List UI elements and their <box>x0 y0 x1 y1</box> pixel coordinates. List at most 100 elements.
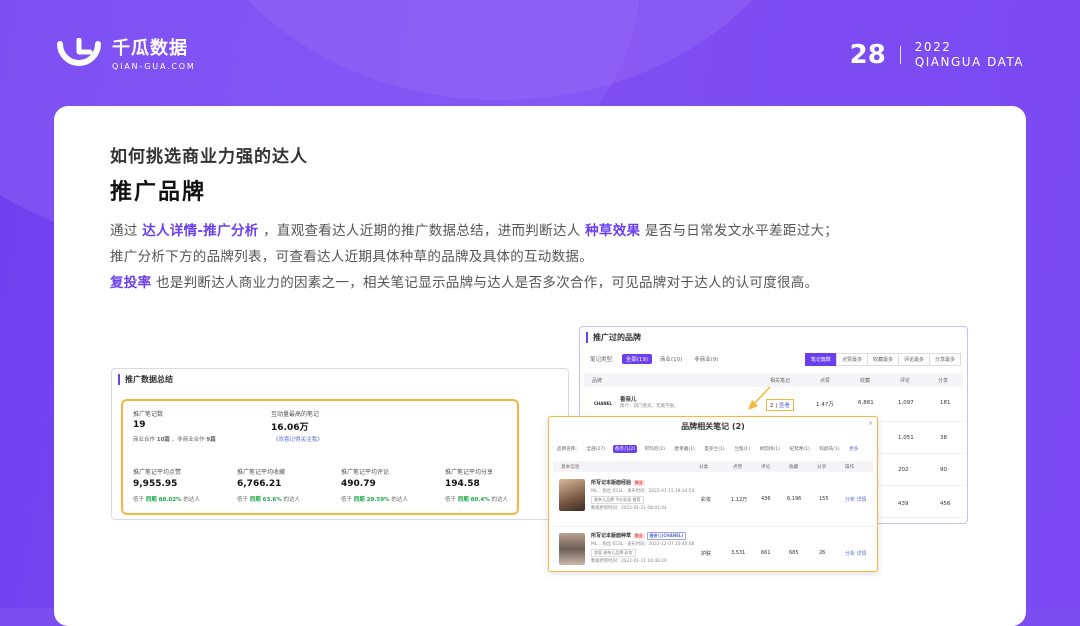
tab-business[interactable]: 商业(10) <box>656 354 686 364</box>
metric-label: 推广笔记平均收藏 <box>237 469 286 476</box>
panel-title: 推广数据总结 <box>118 374 173 385</box>
comments: 439 <box>898 501 909 507</box>
comments: 1,097 <box>898 400 914 406</box>
shares: 26 <box>819 550 826 556</box>
highlight: 种草效果 <box>585 223 641 239</box>
popup-title: 品牌相关笔记 (2) <box>681 422 745 431</box>
metric-value: 16.06万 <box>271 423 309 433</box>
metric-value: 9,955.95 <box>133 479 178 489</box>
section-title: 推广品牌 <box>110 180 207 205</box>
more-link[interactable]: 更多 <box>847 445 860 453</box>
column-header: 操作 <box>845 465 855 470</box>
text: 推广分析下方的品牌列表，可查看达人近期具体种草的品牌及具体的互动数据。 <box>110 249 593 265</box>
page-year: 2022 <box>914 40 952 54</box>
brand-tab[interactable]: 香奈儿(2) <box>612 445 638 453</box>
shares: 38 <box>940 435 947 441</box>
note-tags: 妆容 香奈儿品牌 彩妆 <box>591 549 638 557</box>
close-icon[interactable]: × <box>868 420 873 427</box>
highlight: 达人详情-推广分析 <box>142 223 259 239</box>
category: 护肤 <box>701 551 712 557</box>
brand-desc: 简介：四门香卖、无痕不脱。 <box>620 404 679 409</box>
favorites: 6,881 <box>858 400 874 406</box>
note-tags: 香奈儿品牌 平价彩妆 推荐 <box>591 496 646 504</box>
divider <box>899 46 901 64</box>
metric-value: 6,766.21 <box>237 479 282 489</box>
likes: 1.12万 <box>731 497 748 503</box>
note-meta: ML... 粉丝 653L · 发布时间：2022-12-07 20:46:08 <box>591 542 695 547</box>
page-tagline: QIANGUA DATA <box>914 55 1024 69</box>
brand-name: 香奈儿 <box>620 397 637 403</box>
brand-logo[interactable]: 千瓜数据 QIAN-GUA.COM <box>56 37 196 74</box>
note-thumbnail <box>559 479 585 511</box>
note-row[interactable]: 所写记本版面经验 商业 ML... 粉丝 653L · 发布时间：2022-01… <box>553 474 873 527</box>
column-header: 点赞 <box>733 465 743 470</box>
column-header: 品牌 <box>592 378 603 384</box>
tab-non-business[interactable]: 非商业(9) <box>690 354 722 364</box>
sort-favorites[interactable]: 收藏最多 <box>866 353 899 366</box>
sort-comments[interactable]: 评论最多 <box>897 353 930 366</box>
brand-tab[interactable]: 欧莱雅(1) <box>673 445 697 453</box>
metric-label: 推广笔记平均点赞 <box>133 469 182 476</box>
metric-label: 推广笔记平均评论 <box>341 469 390 476</box>
likes: 1.47万 <box>816 402 834 408</box>
metric-compare: 低于 同期 88.02% 的达人 <box>133 497 200 503</box>
comments: 202 <box>898 467 909 473</box>
top-note-link[interactable]: 《欢喜记得关注我》 <box>273 435 323 443</box>
page-number: 28 <box>849 40 886 70</box>
column-header: 分类 <box>699 465 709 470</box>
brand-tab[interactable]: 兰蔻(1) <box>732 445 752 453</box>
brand-tab[interactable]: 阿玛尼(2) <box>643 445 667 453</box>
metric-label: 互动量最高的笔记 <box>271 411 320 418</box>
sort-shares[interactable]: 分享最多 <box>928 353 961 366</box>
note-actions[interactable]: 分析 详情 <box>845 496 867 503</box>
text: 是否与日常发文水平差距过大； <box>640 223 839 239</box>
favorites: 685 <box>789 550 799 556</box>
brand-tab[interactable]: 科颜氏(1) <box>817 445 841 453</box>
comments: 1,051 <box>898 435 914 441</box>
section-subtitle: 如何挑选商业力强的达人 <box>110 147 308 167</box>
panel-title: 推广过的品牌 <box>586 332 641 343</box>
note-updated: 数据更新时间：2022-01-11 16:48:20 <box>591 559 667 564</box>
brand-tab[interactable]: 纪梵希(1) <box>788 445 812 453</box>
table-header: 基本信息 分类 点赞 评论 收藏 分享 操作 <box>553 461 873 472</box>
text: 通过 <box>110 223 143 239</box>
brand-name: 千瓜数据 <box>112 38 188 59</box>
note-thumbnail <box>559 533 585 565</box>
category: 彩妆 <box>701 497 712 503</box>
note-actions[interactable]: 分析 详情 <box>845 550 867 557</box>
metric-compare: 低于 同期 80.4% 的达人 <box>445 497 508 503</box>
text: 也是判断达人商业力的因素之一，相关笔记显示品牌与达人是否多次合作，可见品牌对于达… <box>151 275 819 291</box>
column-header: 评论 <box>761 465 771 470</box>
sort-likes[interactable]: 点赞最多 <box>835 353 868 366</box>
brand-notes-popup: 品牌相关笔记 (2) × 品牌名称: 全部(27) 香奈儿(2) 阿玛尼(2) … <box>548 416 878 572</box>
tab-all[interactable]: 全部(19) <box>621 354 653 364</box>
metric-label: 推广笔记平均分享 <box>445 469 494 476</box>
note-meta: ML... 粉丝 653L · 发布时间：2022-01-15 19:14:54 <box>591 489 695 494</box>
shares: 90 <box>940 467 947 473</box>
brand-logo: CHANEL <box>594 401 613 406</box>
comments: 436 <box>761 496 771 502</box>
sort-notes[interactable]: 笔记篇数 <box>804 353 837 366</box>
shares: 181 <box>940 400 951 406</box>
metric-label: 推广笔记数 <box>133 411 164 418</box>
metric-value: 19 <box>133 420 146 430</box>
content-card: 如何挑选商业力强的达人 推广品牌 通过 达人详情-推广分析 ，直观查看达人近期的… <box>54 106 1026 626</box>
brand-tab[interactable]: 全部(27) <box>585 445 608 453</box>
promotion-summary-panel: 推广数据总结 推广笔记数 19 商业合作 10篇 ，非商业合作 9篇 互动量最高… <box>111 368 569 520</box>
sort-segments: 笔记篇数 点赞最多 收藏最多 评论最多 分享最多 <box>804 353 961 366</box>
note-title: 所写记本版面经验 商业 <box>591 480 645 486</box>
description: 通过 达人详情-推广分析 ，直观查看达人近期的推广数据总结，进而判断达人 种草效… <box>110 218 970 296</box>
column-header: 收藏 <box>860 378 871 384</box>
brand-tab[interactable]: 娇韵诗(1) <box>758 445 782 453</box>
likes: 3,531 <box>731 550 746 556</box>
highlight: 复投率 <box>110 275 152 291</box>
column-header: 基本信息 <box>561 465 580 470</box>
arrow-icon <box>748 386 771 410</box>
shares: 456 <box>940 501 951 507</box>
note-row[interactable]: 所写记本版面种草 商业 香奈儿(CHANEL) ML... 粉丝 653L · … <box>553 528 873 571</box>
brand-logo-icon <box>56 37 102 74</box>
metric-value: 490.79 <box>341 479 376 489</box>
brand-domain: QIAN-GUA.COM <box>112 62 196 71</box>
brand-tab[interactable]: 圣罗兰(1) <box>702 445 726 453</box>
filter-label: 品牌名称: <box>557 447 577 452</box>
